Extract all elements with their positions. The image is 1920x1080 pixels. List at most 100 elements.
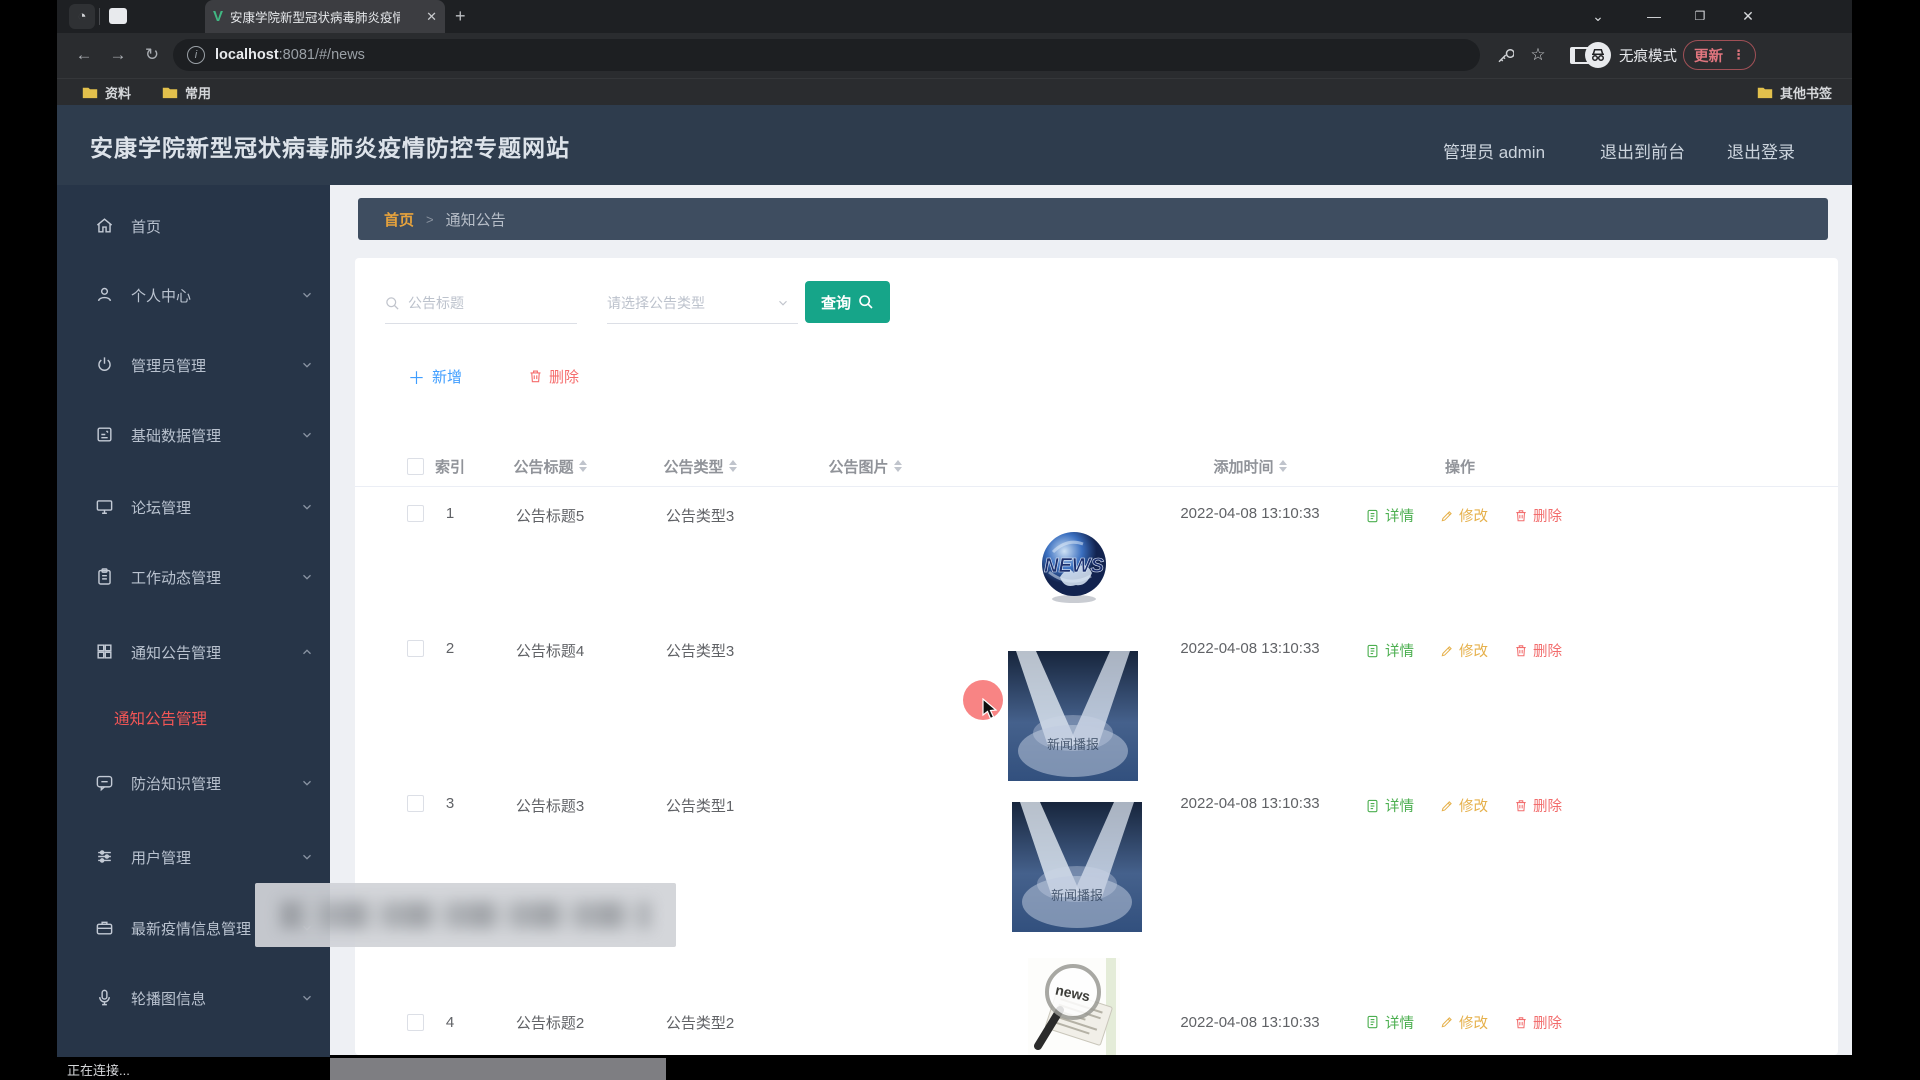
forward-icon[interactable]: → xyxy=(105,42,131,68)
site-info-icon[interactable]: i xyxy=(187,46,205,64)
trash-icon xyxy=(1514,1015,1528,1030)
sort-carets-icon[interactable] xyxy=(579,460,587,472)
detail-link[interactable]: 详情 xyxy=(1365,795,1414,816)
add-button[interactable]: ＋ 新增 xyxy=(408,362,462,390)
search-icon xyxy=(385,296,400,311)
row-checkbox[interactable] xyxy=(405,505,425,522)
tab-close-icon[interactable]: ✕ xyxy=(426,9,437,25)
incognito-badge: 无痕模式 xyxy=(1585,41,1677,69)
sidebar-item-1[interactable]: 个人中心 xyxy=(57,275,330,315)
cell-actions: 详情 修改 删除 xyxy=(1365,1007,1565,1037)
detail-link[interactable]: 详情 xyxy=(1365,640,1414,661)
column-header-label: 公告图片 xyxy=(828,456,888,477)
search-placeholder: 公告标题 xyxy=(408,293,464,313)
bookmark-star-icon[interactable]: ☆ xyxy=(1526,43,1550,67)
back-icon[interactable]: ← xyxy=(71,42,97,68)
remove-link[interactable]: 删除 xyxy=(1514,505,1562,526)
incognito-globe-icon[interactable]: ◔ xyxy=(69,4,95,29)
sidebar-item-6[interactable]: 通知公告管理 xyxy=(57,632,330,672)
announcement-image[interactable]: 新闻播报 xyxy=(1008,651,1138,781)
column-header-1[interactable]: 公告标题 xyxy=(480,445,620,487)
user-icon xyxy=(95,285,115,305)
mouse-cursor-icon xyxy=(980,698,1000,722)
chevron-down-icon xyxy=(300,776,314,790)
sidebar-item-2[interactable]: 管理员管理 xyxy=(57,345,330,385)
exit-to-front-link[interactable]: 退出到前台 xyxy=(1600,138,1685,163)
query-button[interactable]: 查询 xyxy=(805,281,890,323)
bookmark-folder-changyong[interactable]: 常用 xyxy=(162,83,211,102)
row-checkbox[interactable] xyxy=(405,1007,425,1037)
chevron-down-icon xyxy=(776,296,790,310)
chevron-up-icon xyxy=(300,645,314,659)
sidebar-item-5[interactable]: 工作动态管理 xyxy=(57,557,330,597)
remove-link[interactable]: 删除 xyxy=(1514,1012,1562,1033)
sort-carets-icon[interactable] xyxy=(1279,460,1287,472)
remove-link[interactable]: 删除 xyxy=(1514,640,1562,661)
site-title: 安康学院新型冠状病毒肺炎疫情防控专题网站 xyxy=(90,129,570,163)
sidebar-item-11[interactable]: 轮播图信息 xyxy=(57,978,330,1018)
edit-link[interactable]: 修改 xyxy=(1440,1012,1488,1033)
select-all-checkbox[interactable] xyxy=(405,445,425,487)
sidebar-item-9[interactable]: 用户管理 xyxy=(57,837,330,877)
document-icon xyxy=(1365,643,1380,659)
sidebar-item-label: 个人中心 xyxy=(131,285,191,306)
window-minimize-icon[interactable]: — xyxy=(1639,2,1669,30)
new-tab-button[interactable]: + xyxy=(455,5,466,27)
sort-carets-icon[interactable] xyxy=(729,460,737,472)
address-bar[interactable]: i localhost:8081/#/news xyxy=(173,39,1480,71)
row-checkbox[interactable] xyxy=(405,795,425,812)
pencil-icon xyxy=(1440,644,1454,658)
other-bookmarks-label: 其他书签 xyxy=(1780,83,1832,102)
chevron-down-icon xyxy=(300,288,314,302)
clipboard-icon xyxy=(95,567,115,587)
row-checkbox[interactable] xyxy=(405,640,425,657)
browser-menu-icon[interactable]: ⋮ xyxy=(1732,47,1745,63)
cell-index: 4 xyxy=(425,1007,475,1037)
edit-link[interactable]: 修改 xyxy=(1440,505,1488,526)
other-bookmarks[interactable]: 其他书签 xyxy=(1757,83,1832,102)
detail-link[interactable]: 详情 xyxy=(1365,505,1414,526)
cell-type: 公告类型2 xyxy=(630,1007,770,1037)
plus-icon: ＋ xyxy=(408,364,425,389)
window-expand-icon[interactable]: ⌄ xyxy=(1583,2,1613,30)
announcement-image[interactable]: 新闻播报 xyxy=(1012,802,1140,932)
password-key-icon[interactable] xyxy=(1493,43,1517,67)
column-header-4[interactable]: 添加时间 xyxy=(1175,445,1325,487)
status-connecting-text: 正在连接... xyxy=(67,1060,130,1079)
window-maximize-icon[interactable]: ❐ xyxy=(1685,2,1715,30)
pinned-tab-icon[interactable] xyxy=(109,8,127,24)
incognito-label: 无痕模式 xyxy=(1619,45,1677,66)
window-close-icon[interactable]: ✕ xyxy=(1733,2,1763,30)
batch-delete-button[interactable]: 删除 xyxy=(528,362,579,390)
home-icon xyxy=(95,216,115,236)
sort-carets-icon[interactable] xyxy=(894,460,902,472)
type-select[interactable]: 请选择公告类型 xyxy=(607,283,798,324)
pencil-icon xyxy=(1440,799,1454,813)
detail-link[interactable]: 详情 xyxy=(1365,1012,1414,1033)
sidebar-subitem-active[interactable]: 通知公告管理 xyxy=(57,698,330,738)
bookmark-folder-ziliao[interactable]: 资料 xyxy=(82,83,131,102)
mic-icon xyxy=(95,988,115,1008)
sidebar-item-8[interactable]: 防治知识管理 xyxy=(57,763,330,803)
edit-link[interactable]: 修改 xyxy=(1440,640,1488,661)
announcement-image[interactable]: NEWS xyxy=(1035,527,1113,605)
sidebar-item-4[interactable]: 论坛管理 xyxy=(57,487,330,527)
edit-link[interactable]: 修改 xyxy=(1440,795,1488,816)
title-search-input[interactable]: 公告标题 xyxy=(385,283,577,324)
column-header-2[interactable]: 公告类型 xyxy=(630,445,770,487)
browser-tab[interactable]: V 安康学院新型冠状病毒肺炎疫情防控专题网站 ✕ xyxy=(205,0,445,33)
column-header-3[interactable]: 公告图片 xyxy=(795,445,935,487)
update-button[interactable]: 更新 ⋮ xyxy=(1683,40,1756,70)
announcement-image[interactable]: news xyxy=(1028,958,1120,1055)
cell-time: 2022-04-08 13:10:33 xyxy=(1175,640,1325,657)
sidebar-item-3[interactable]: 基础数据管理 xyxy=(57,415,330,455)
sidebar-item-0[interactable]: 首页 xyxy=(57,206,330,246)
reload-icon[interactable]: ↻ xyxy=(139,42,165,68)
logout-link[interactable]: 退出登录 xyxy=(1727,138,1795,163)
pencil-icon xyxy=(1440,1015,1454,1029)
folder-icon xyxy=(82,86,98,99)
breadcrumb-home-link[interactable]: 首页 xyxy=(384,209,414,230)
remove-link[interactable]: 删除 xyxy=(1514,795,1562,816)
censor-blur-box xyxy=(255,883,676,947)
breadcrumb: 首页 > 通知公告 xyxy=(358,198,1828,240)
